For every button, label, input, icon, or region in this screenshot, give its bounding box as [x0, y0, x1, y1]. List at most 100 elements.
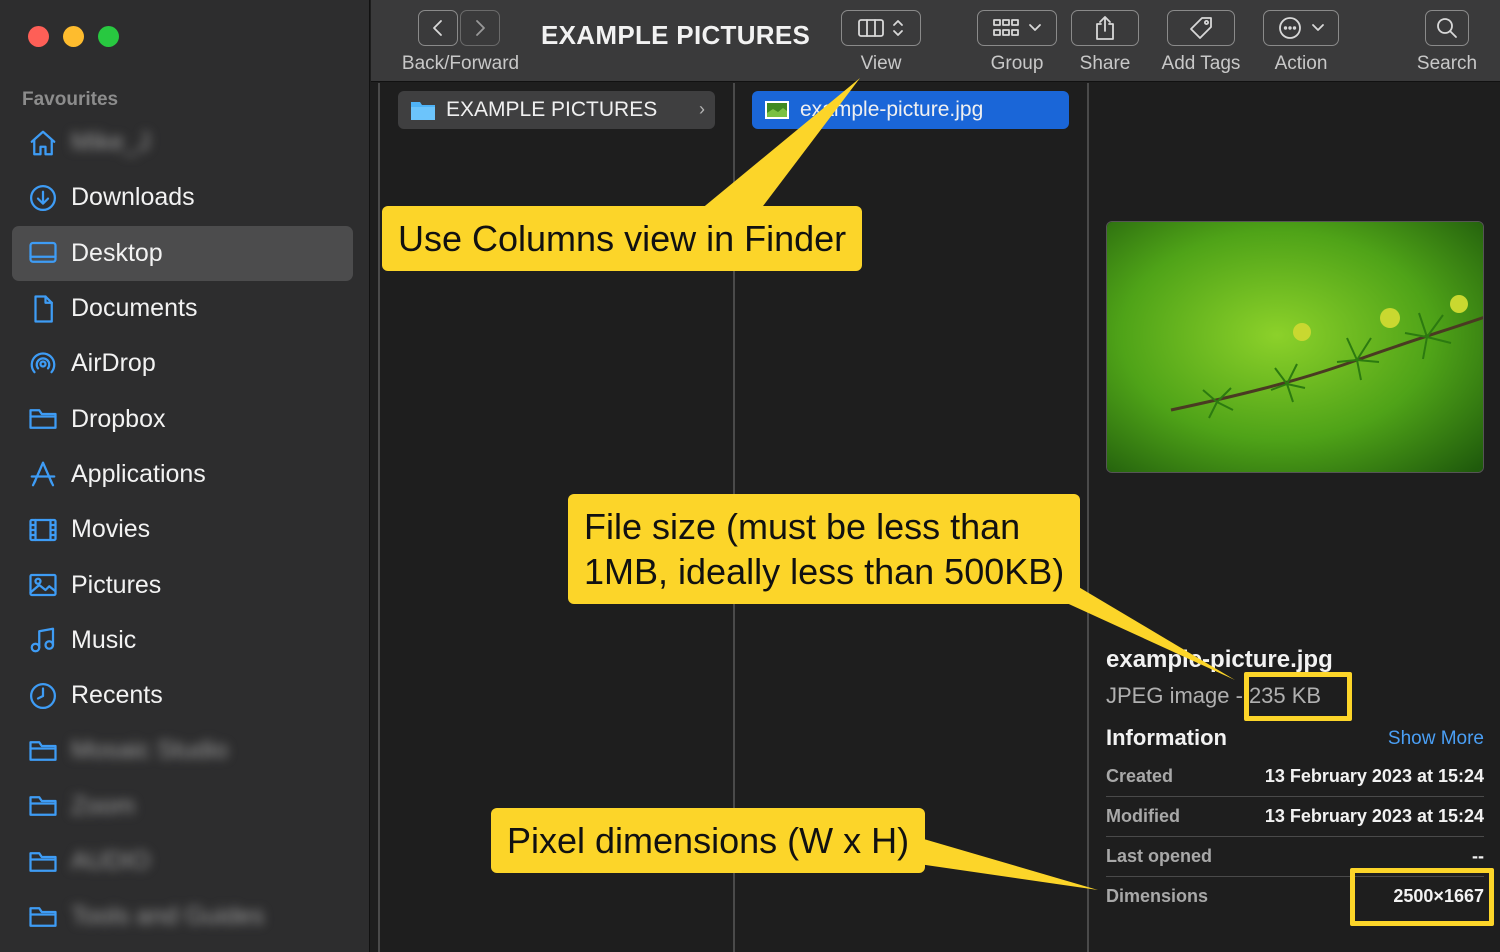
share-label: Share: [1079, 53, 1131, 74]
file-size-callout: File size (must be less than 1MB, ideall…: [568, 494, 1081, 604]
folder-icon: [27, 403, 59, 435]
sidebar-item-label: Applications: [71, 459, 206, 488]
forward-button[interactable]: [460, 10, 500, 46]
add-tags-label: Add Tags: [1161, 53, 1241, 74]
column-folder-label: EXAMPLE PICTURES: [446, 98, 658, 121]
sidebar-item-folder-2[interactable]: Zoom: [12, 779, 353, 834]
info-key: Created: [1106, 766, 1174, 786]
chevron-right-icon: [476, 20, 485, 36]
sidebar-item-music[interactable]: Music: [12, 613, 353, 668]
document-icon: [27, 293, 59, 325]
info-key: Last opened: [1106, 846, 1213, 866]
up-down-chevron-icon: [893, 20, 903, 36]
sidebar-item-dropbox[interactable]: Dropbox: [12, 391, 353, 446]
window-controls: [28, 26, 119, 47]
image-preview: [1106, 221, 1484, 473]
zoom-window-button[interactable]: [98, 26, 119, 47]
preview-file-name: example-picture.jpg: [1106, 646, 1333, 673]
sidebar-list: Mike_J Downloads Desktop Documents AirDr…: [12, 115, 353, 944]
column-divider[interactable]: [1087, 83, 1089, 952]
sidebar-item-label: Recents: [71, 681, 163, 710]
info-value: 13 February 2023 at 15:24: [1264, 766, 1484, 786]
sidebar: Favourites Mike_J Downloads Desktop Docu…: [0, 0, 370, 952]
sidebar-item-label: Mosaic Studio: [71, 736, 229, 765]
pixel-dimensions-callout: Pixel dimensions (W x H): [491, 808, 926, 873]
sidebar-item-pictures[interactable]: Pictures: [12, 557, 353, 612]
information-heading: Information: [1106, 725, 1227, 750]
sidebar-item-label: Dropbox: [71, 404, 166, 433]
column-file-label: example-picture.jpg: [800, 98, 984, 121]
sidebar-item-documents[interactable]: Documents: [12, 281, 353, 336]
dimensions-highlight: [1350, 868, 1494, 926]
sidebar-heading: Favourites: [22, 89, 119, 110]
view-label: View: [860, 53, 902, 74]
column-file-item[interactable]: example-picture.jpg: [752, 91, 1069, 129]
sidebar-item-airdrop[interactable]: AirDrop: [12, 336, 353, 391]
file-size-callout-line: 1MB, ideally less than 500KB): [584, 551, 1065, 592]
group-grid-icon: [993, 19, 1019, 36]
home-icon: [27, 127, 59, 159]
sidebar-item-folder-3[interactable]: AUDIO: [12, 834, 353, 889]
info-key: Dimensions: [1106, 885, 1209, 906]
sidebar-item-movies[interactable]: Movies: [12, 502, 353, 557]
airdrop-icon: [27, 348, 59, 380]
column-folder-item[interactable]: EXAMPLE PICTURES ›: [398, 91, 715, 129]
sidebar-item-label: AUDIO: [71, 847, 151, 875]
folder-icon: [27, 735, 59, 767]
sidebar-item-downloads[interactable]: Downloads: [12, 170, 353, 225]
show-more-link[interactable]: Show More: [1388, 728, 1484, 750]
file-size-callout-line: File size (must be less than: [584, 506, 1021, 547]
share-icon: [1096, 16, 1114, 40]
window-title: EXAMPLE PICTURES: [541, 20, 811, 50]
add-tags-button[interactable]: [1167, 10, 1235, 46]
sidebar-item-label: Zoom: [71, 791, 135, 820]
group-button[interactable]: [977, 10, 1057, 46]
info-row-created: Created 13 February 2023 at 15:24: [1106, 757, 1484, 797]
film-icon: [27, 514, 59, 546]
columns-view-callout: Use Columns view in Finder: [382, 206, 863, 271]
view-button[interactable]: [841, 10, 921, 46]
info-value: 13 February 2023 at 15:24: [1264, 806, 1484, 826]
ellipsis-circle-icon: [1279, 17, 1301, 39]
sidebar-item-label: Documents: [71, 294, 198, 323]
folder-icon: [27, 790, 59, 822]
sidebar-item-folder-4[interactable]: Tools and Guides: [12, 889, 353, 944]
column-divider[interactable]: [378, 83, 380, 952]
chevron-down-icon: [1312, 24, 1324, 31]
back-button[interactable]: [418, 10, 458, 46]
folder-icon: [27, 901, 59, 933]
group-label: Group: [990, 53, 1044, 74]
sidebar-item-home[interactable]: Mike_J: [12, 115, 353, 170]
action-button[interactable]: [1263, 10, 1339, 46]
search-button[interactable]: [1425, 10, 1469, 46]
info-key: Modified: [1106, 806, 1180, 826]
chevron-right-icon: ›: [699, 99, 705, 119]
tag-icon: [1190, 17, 1212, 39]
sidebar-item-label: Movies: [71, 515, 151, 544]
file-size-highlight: [1244, 672, 1352, 721]
sidebar-item-label: Downloads: [71, 183, 195, 212]
preview-picture: [1107, 222, 1483, 472]
close-window-button[interactable]: [28, 26, 49, 47]
chevron-down-icon: [1029, 24, 1041, 31]
action-label: Action: [1274, 53, 1328, 74]
sidebar-item-folder-1[interactable]: Mosaic Studio: [12, 723, 353, 778]
file-kind-text: JPEG image -: [1106, 683, 1243, 708]
desktop-icon: [27, 237, 59, 269]
sidebar-item-label: Mike_J: [71, 128, 151, 157]
toolbar: Back/Forward EXAMPLE PICTURES View Group…: [371, 0, 1500, 82]
minimize-window-button[interactable]: [63, 26, 84, 47]
info-row-modified: Modified 13 February 2023 at 15:24: [1106, 797, 1484, 837]
share-button[interactable]: [1071, 10, 1139, 46]
sidebar-item-applications[interactable]: Applications: [12, 447, 353, 502]
sidebar-item-label: Tools and Guides: [71, 902, 265, 931]
music-icon: [27, 624, 59, 656]
back-forward-label: Back/Forward: [401, 53, 520, 74]
sidebar-item-desktop[interactable]: Desktop: [12, 225, 353, 281]
search-label: Search: [1416, 53, 1478, 74]
sidebar-item-recents[interactable]: Recents: [12, 668, 353, 723]
download-icon: [27, 182, 59, 214]
sidebar-item-label: Pictures: [71, 570, 162, 599]
sidebar-item-label: AirDrop: [71, 349, 156, 378]
picture-icon: [27, 569, 59, 601]
